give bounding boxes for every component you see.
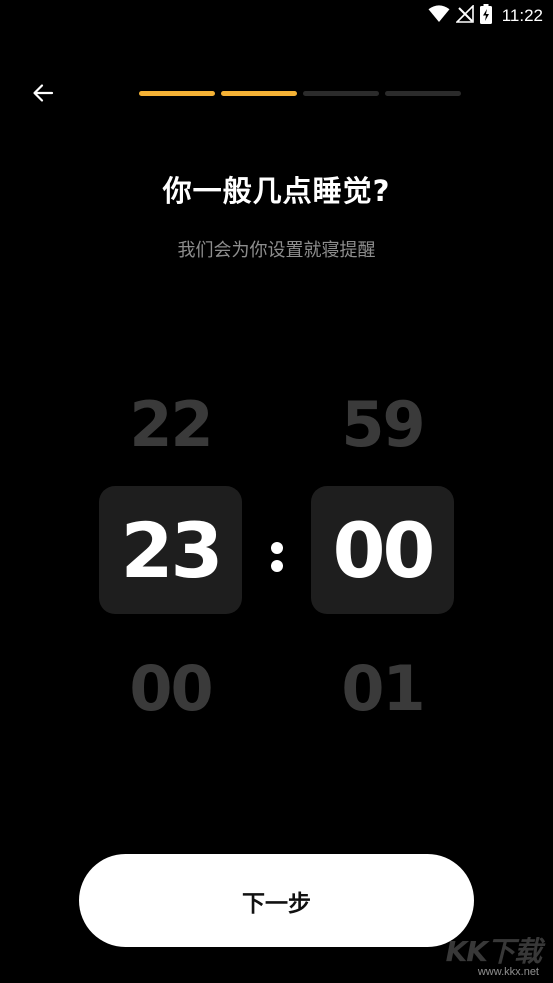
status-icons: 11:22 [428,4,543,28]
next-step-button[interactable]: 下一步 [79,854,474,947]
progress-step-3 [303,91,379,96]
battery-charging-icon [479,4,492,28]
minute-next-value[interactable]: 01 [311,652,454,725]
watermark-url: www.kkx.net [477,966,539,978]
minute-selected-value[interactable]: 00 [311,486,454,614]
page-title: 你一般几点睡觉? [162,174,391,208]
arrow-left-icon [32,83,54,107]
status-time: 11:22 [501,6,543,25]
progress-step-4 [385,91,461,96]
step-progress [139,91,461,96]
progress-step-1 [139,91,215,96]
time-separator [270,538,284,576]
page-subtitle: 我们会为你设置就寝提醒 [177,240,376,261]
progress-step-2 [221,91,297,96]
separator-dot-top [271,542,283,554]
hour-selected-value[interactable]: 23 [99,486,242,614]
minute-prev-value[interactable]: 59 [311,388,454,461]
watermark-logo: KK下载 [445,935,542,968]
back-button[interactable] [28,80,58,110]
watermark: KK下载 www.kkx.net [421,930,542,980]
wifi-icon [428,5,450,27]
no-signal-icon [454,4,474,27]
status-bar: 11:22 [0,0,553,32]
hour-prev-value[interactable]: 22 [99,388,242,461]
separator-dot-bottom [271,560,283,572]
hour-next-value[interactable]: 00 [99,652,242,725]
